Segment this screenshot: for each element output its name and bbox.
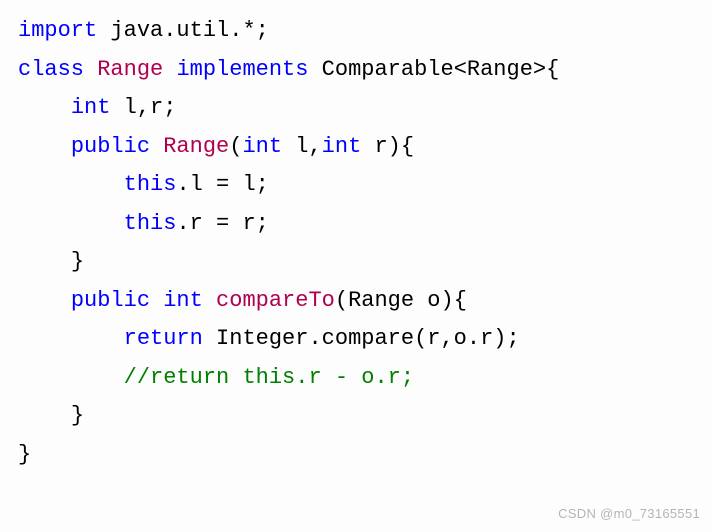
- keyword-int: int: [163, 288, 203, 313]
- code-line: this.l = l;: [18, 172, 269, 197]
- keyword-int: int: [322, 134, 362, 159]
- code-line: public Range(int l,int r){: [18, 134, 414, 159]
- keyword-int: int: [242, 134, 282, 159]
- indent: [18, 326, 124, 351]
- code-line: }: [18, 442, 31, 467]
- assignment: .r = r;: [176, 211, 268, 236]
- expression: Integer.compare(r,o.r);: [203, 326, 520, 351]
- keyword-import: import: [18, 18, 97, 43]
- indent: [18, 249, 71, 274]
- method-name: compareTo: [216, 288, 335, 313]
- code-block: import java.util.*; class Range implemen…: [18, 12, 694, 474]
- code-line: class Range implements Comparable<Range>…: [18, 57, 559, 82]
- package-name: java.util.*;: [97, 18, 269, 43]
- indent: [18, 403, 71, 428]
- keyword-return: return: [124, 326, 203, 351]
- indent: [18, 211, 124, 236]
- variable-decl: l,r;: [110, 95, 176, 120]
- watermark: CSDN @m0_73165551: [558, 503, 700, 526]
- code-line: }: [18, 249, 84, 274]
- code-line: //return this.r - o.r;: [18, 365, 414, 390]
- paren-open: (: [229, 134, 242, 159]
- brace-close: }: [18, 442, 31, 467]
- brace-close: }: [71, 403, 84, 428]
- param: l,: [282, 134, 322, 159]
- params: (Range o){: [335, 288, 467, 313]
- keyword-public: public: [71, 288, 150, 313]
- class-name: Range: [84, 57, 176, 82]
- constructor-name: Range: [163, 134, 229, 159]
- keyword-int: int: [71, 95, 111, 120]
- space: [203, 288, 216, 313]
- interface-name: Comparable: [308, 57, 453, 82]
- brace-close: }: [71, 249, 84, 274]
- space: [150, 134, 163, 159]
- keyword-public: public: [71, 134, 150, 159]
- keyword-this: this: [124, 172, 177, 197]
- keyword-class: class: [18, 57, 84, 82]
- indent: [18, 134, 71, 159]
- param: r){: [361, 134, 414, 159]
- space: [150, 288, 163, 313]
- code-line: import java.util.*;: [18, 18, 269, 43]
- code-line: public int compareTo(Range o){: [18, 288, 467, 313]
- code-line: return Integer.compare(r,o.r);: [18, 326, 520, 351]
- code-line: this.r = r;: [18, 211, 269, 236]
- assignment: .l = l;: [176, 172, 268, 197]
- comment: //return this.r - o.r;: [124, 365, 414, 390]
- generic-type: <Range>{: [454, 57, 560, 82]
- indent: [18, 172, 124, 197]
- indent: [18, 288, 71, 313]
- indent: [18, 365, 124, 390]
- code-line: }: [18, 403, 84, 428]
- keyword-this: this: [124, 211, 177, 236]
- keyword-implements: implements: [176, 57, 308, 82]
- indent: [18, 95, 71, 120]
- code-line: int l,r;: [18, 95, 176, 120]
